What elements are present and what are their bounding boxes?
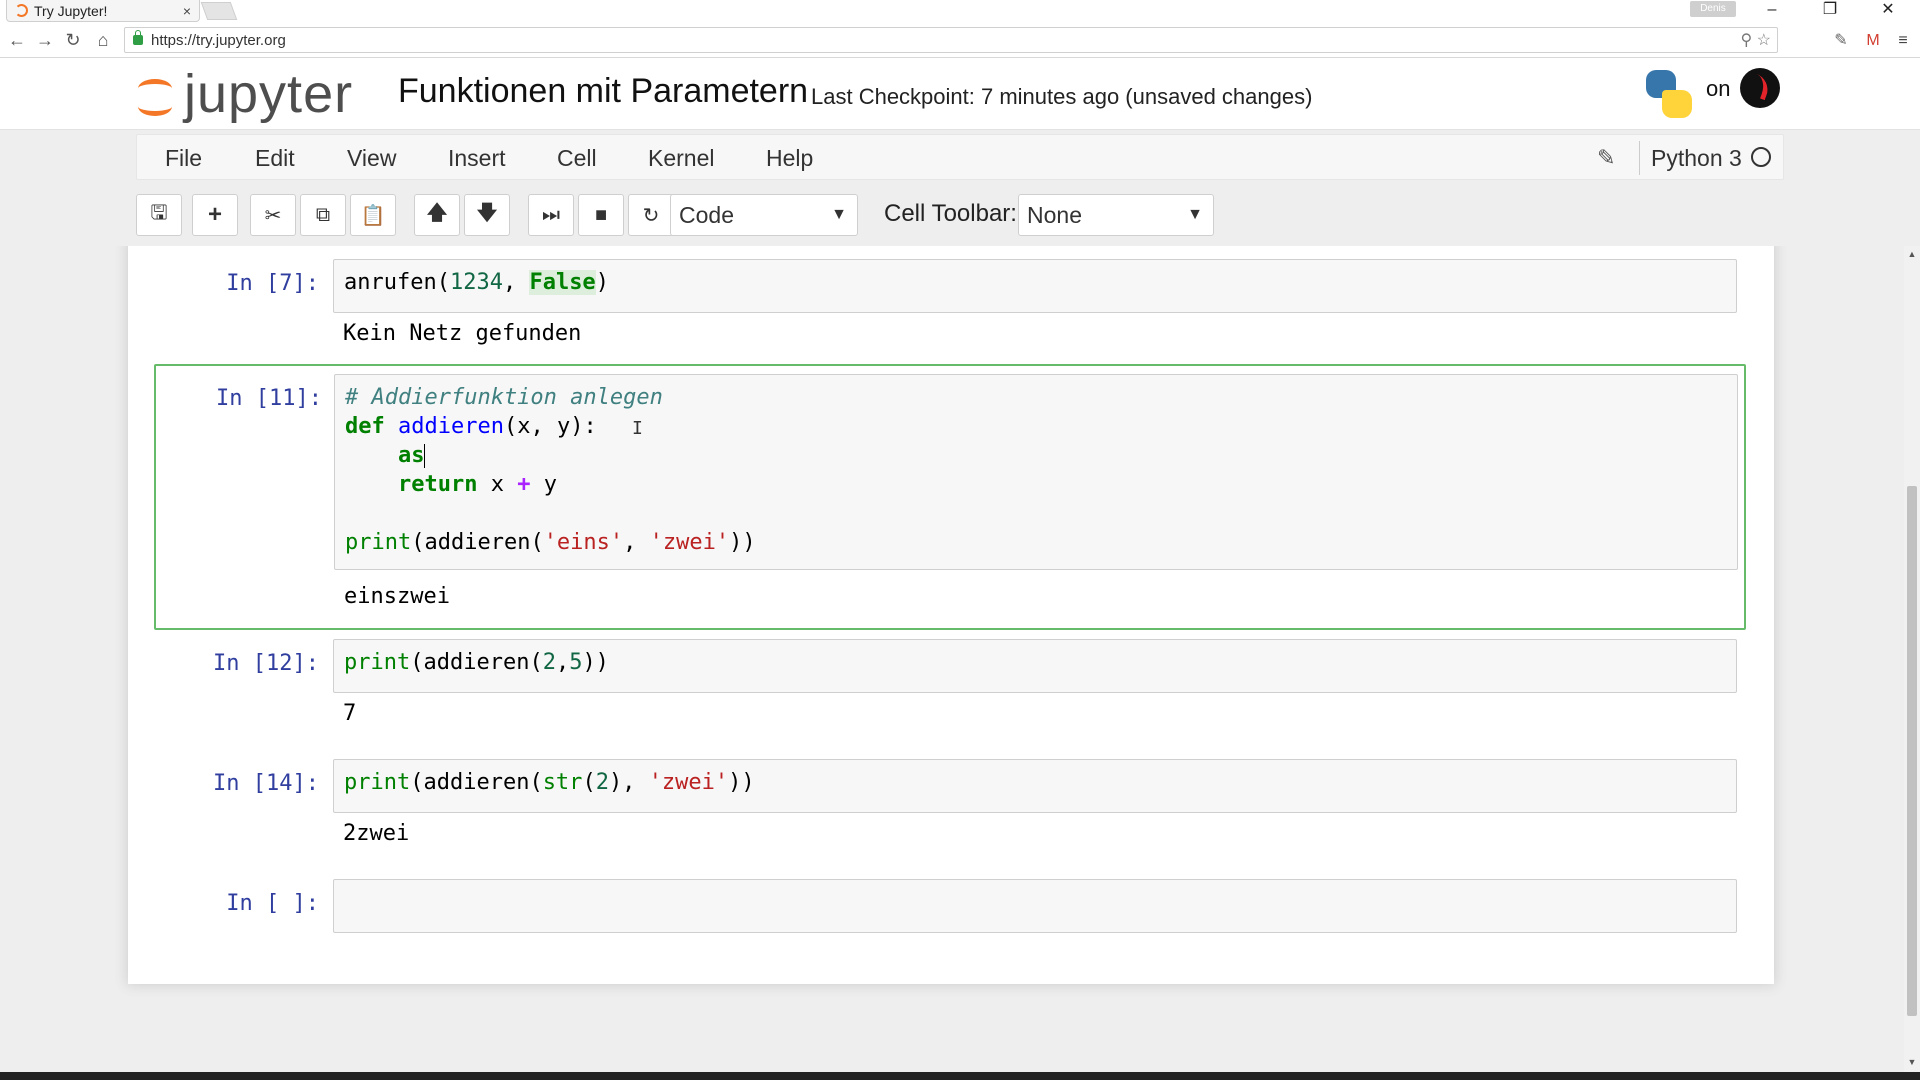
jupyter-logo[interactable]: jupyter: [136, 64, 354, 124]
notebook-container: In [7]: anrufen(1234, False) Kein Netz g…: [128, 246, 1774, 984]
cell-toolbar-select[interactable]: None ▼: [1018, 194, 1214, 236]
run-cell-button[interactable]: ⏭: [528, 194, 574, 236]
close-tab-icon[interactable]: ×: [183, 3, 191, 19]
cell-toolbar-value: None: [1027, 202, 1082, 228]
code-input[interactable]: # Addierfunktion anlegen def addieren(x,…: [334, 374, 1738, 570]
copy-icon: ⧉: [315, 203, 331, 226]
kernel-separator: [1639, 141, 1640, 175]
jupyter-wordmark: jupyter: [184, 64, 354, 124]
scissors-icon: ✂: [264, 204, 282, 227]
restart-kernel-button[interactable]: ↻: [628, 194, 674, 236]
rackspace-logo-icon: [1740, 68, 1780, 108]
code-input[interactable]: [333, 879, 1737, 933]
code-input[interactable]: anrufen(1234, False): [333, 259, 1737, 313]
input-prompt: In [ ]:: [226, 891, 319, 916]
menu-cell[interactable]: Cell: [557, 145, 597, 172]
scrollbar-thumb[interactable]: [1907, 486, 1917, 1016]
input-prompt: In [11]:: [216, 386, 322, 411]
lock-icon: [133, 30, 143, 45]
back-icon[interactable]: ←: [6, 29, 28, 51]
cell-type-value: Code: [679, 202, 734, 228]
edit-mode-pencil-icon: ✎: [1597, 145, 1616, 170]
restore-icon[interactable]: ❐: [1810, 0, 1850, 22]
paste-button[interactable]: 📋: [350, 194, 396, 236]
step-forward-icon: ⏭: [542, 203, 560, 226]
menu-kernel[interactable]: Kernel: [648, 145, 714, 172]
url-text: https://try.jupyter.org: [151, 31, 286, 49]
browser-menu-icon[interactable]: ≡: [1892, 30, 1914, 52]
extension-icon[interactable]: ✎: [1830, 30, 1852, 52]
insert-cell-button[interactable]: +: [192, 194, 238, 236]
menu-insert[interactable]: Insert: [448, 145, 506, 172]
bookmark-star-icon[interactable]: ⚲ ☆: [1740, 30, 1771, 50]
chevron-down-icon: ▼: [1187, 206, 1203, 223]
text-cursor-ibeam-icon: I: [632, 418, 643, 439]
code-input[interactable]: print(addieren(2,5)): [333, 639, 1737, 693]
scroll-down-icon[interactable]: ▼: [1904, 1054, 1920, 1070]
on-label: on: [1706, 76, 1731, 101]
paste-icon: 📋: [360, 204, 386, 227]
kernel-name[interactable]: Python 3: [1651, 145, 1742, 172]
code-cell[interactable]: In [14]: print(addieren(str(2), 'zwei'))…: [152, 758, 1746, 862]
menu-edit[interactable]: Edit: [255, 145, 295, 172]
menubar: File Edit View Insert Cell Kernel Help ✎…: [136, 134, 1784, 180]
arrow-up-icon: 🡅: [426, 202, 448, 224]
jupyter-orbit-icon: [136, 75, 174, 116]
code-cell[interactable]: In [7]: anrufen(1234, False) Kein Netz g…: [152, 258, 1746, 356]
notebook-title[interactable]: Funktionen mit Parametern: [398, 72, 808, 111]
cut-button[interactable]: ✂: [250, 194, 296, 236]
cell-output: 2zwei: [343, 821, 410, 846]
stop-icon: ■: [594, 203, 608, 226]
code-cell[interactable]: In [ ]:: [152, 878, 1746, 934]
save-icon: 🖫: [150, 202, 168, 224]
restart-icon: ↻: [642, 204, 660, 227]
cell-output: einszwei: [344, 584, 450, 609]
url-input[interactable]: https://try.jupyter.org ⚲ ☆: [124, 27, 1778, 53]
forward-icon[interactable]: →: [34, 29, 56, 51]
close-window-icon[interactable]: ✕: [1868, 0, 1908, 22]
browser-tab-bar: Try Jupyter! × Denis – ❐ ✕: [0, 0, 1920, 22]
move-down-button[interactable]: 🡇: [464, 194, 510, 236]
kernel-idle-indicator-icon: [1751, 147, 1771, 167]
move-up-button[interactable]: 🡅: [414, 194, 460, 236]
cell-output: 7: [343, 701, 357, 726]
code-cell-selected[interactable]: In [11]: # Addierfunktion anlegen def ad…: [154, 364, 1746, 630]
menu-view[interactable]: View: [347, 145, 396, 172]
new-tab-button[interactable]: [200, 2, 238, 20]
input-prompt: In [12]:: [213, 651, 319, 676]
minimize-icon[interactable]: –: [1752, 0, 1792, 22]
arrow-down-icon: 🡇: [476, 202, 498, 224]
browser-address-bar: ← → ↻ ⌂ https://try.jupyter.org ⚲ ☆ ✎ M …: [0, 22, 1920, 58]
gmail-icon[interactable]: M: [1862, 30, 1884, 52]
jupyter-header: jupyter Funktionen mit Parametern Last C…: [0, 58, 1920, 130]
interrupt-kernel-button[interactable]: ■: [578, 194, 624, 236]
cell-output: Kein Netz gefunden: [343, 321, 582, 346]
reload-icon[interactable]: ↻: [62, 29, 84, 51]
menu-file[interactable]: File: [165, 145, 202, 172]
scroll-up-icon[interactable]: ▲: [1904, 246, 1920, 262]
plus-icon: +: [207, 201, 222, 228]
browser-tab[interactable]: Try Jupyter! ×: [6, 0, 200, 22]
input-prompt: In [7]:: [226, 271, 319, 296]
input-prompt: In [14]:: [213, 771, 319, 796]
bottom-edge: [0, 1072, 1920, 1080]
menu-help[interactable]: Help: [766, 145, 813, 172]
code-cell[interactable]: In [12]: print(addieren(2,5)) 7: [152, 638, 1746, 742]
save-button[interactable]: 🖫: [136, 194, 182, 236]
user-profile-badge[interactable]: Denis: [1690, 1, 1736, 17]
jupyter-favicon-icon: [15, 4, 28, 17]
home-icon[interactable]: ⌂: [92, 29, 114, 51]
code-input[interactable]: print(addieren(str(2), 'zwei')): [333, 759, 1737, 813]
browser-tab-title: Try Jupyter!: [34, 2, 108, 19]
chevron-down-icon: ▼: [831, 206, 847, 223]
cell-toolbar-label: Cell Toolbar:: [884, 200, 1017, 227]
checkpoint-status: Last Checkpoint: 7 minutes ago (unsaved …: [811, 84, 1313, 109]
vertical-scrollbar[interactable]: ▲ ▼: [1904, 246, 1920, 1072]
python-logo-icon: [1644, 68, 1694, 120]
notebook-toolbar: 🖫 + ✂ ⧉ 📋 🡅 🡇 ⏭ ■ ↻ Code ▼ Cell Toolbar:…: [136, 194, 1784, 238]
copy-button[interactable]: ⧉: [300, 194, 346, 236]
notebook-scroll-area[interactable]: In [7]: anrufen(1234, False) Kein Netz g…: [0, 246, 1904, 1072]
cell-type-select[interactable]: Code ▼: [670, 194, 858, 236]
